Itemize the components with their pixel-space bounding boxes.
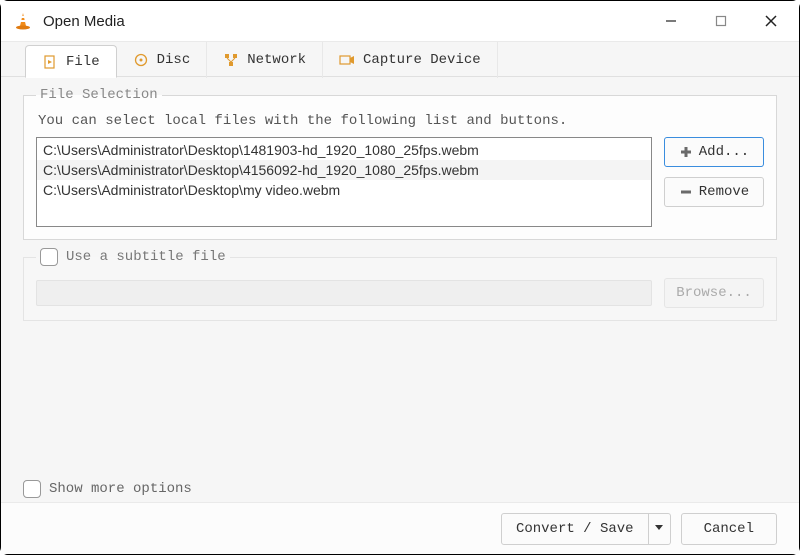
convert-save-button[interactable]: Convert / Save xyxy=(501,513,649,545)
tab-network-label: Network xyxy=(247,52,306,68)
titlebar: Open Media xyxy=(1,1,799,41)
subtitle-path-field xyxy=(36,280,652,306)
close-button[interactable] xyxy=(751,6,791,36)
minus-icon xyxy=(679,185,693,199)
tab-disc-label: Disc xyxy=(157,52,191,68)
show-more-label: Show more options xyxy=(49,481,192,497)
vlc-cone-icon xyxy=(13,11,33,31)
tab-capture-label: Capture Device xyxy=(363,52,481,68)
show-more-options[interactable]: Show more options xyxy=(23,480,192,498)
tab-bar: File Disc Network Capture Device xyxy=(1,41,799,77)
window-title: Open Media xyxy=(43,13,651,30)
subtitle-checkbox-label: Use a subtitle file xyxy=(66,249,226,265)
file-selection-legend: File Selection xyxy=(36,87,162,103)
bottom-bar: Convert / Save Cancel xyxy=(1,502,799,554)
tab-file-label: File xyxy=(66,54,100,70)
subtitle-legend: Use a subtitle file xyxy=(36,248,230,266)
add-button-label: Add... xyxy=(699,144,749,160)
remove-button-label: Remove xyxy=(699,184,749,200)
list-item[interactable]: C:\Users\Administrator\Desktop\4156092-h… xyxy=(37,160,651,180)
tab-capture[interactable]: Capture Device xyxy=(323,42,498,78)
file-list[interactable]: C:\Users\Administrator\Desktop\1481903-h… xyxy=(36,137,652,227)
cancel-button-label: Cancel xyxy=(704,521,754,537)
tab-network[interactable]: Network xyxy=(207,42,323,78)
capture-icon xyxy=(339,52,355,68)
file-icon xyxy=(42,54,58,70)
tab-file[interactable]: File xyxy=(25,45,117,78)
convert-save-dropdown[interactable] xyxy=(649,513,671,545)
plus-icon xyxy=(679,145,693,159)
convert-save-split: Convert / Save xyxy=(501,513,671,545)
list-item[interactable]: C:\Users\Administrator\Desktop\my video.… xyxy=(37,180,651,200)
show-more-checkbox[interactable] xyxy=(23,480,41,498)
file-selection-hint: You can select local files with the foll… xyxy=(38,113,764,129)
tab-disc[interactable]: Disc xyxy=(117,42,208,78)
browse-button: Browse... xyxy=(664,278,764,308)
list-item[interactable]: C:\Users\Administrator\Desktop\1481903-h… xyxy=(37,140,651,160)
browse-button-label: Browse... xyxy=(676,285,752,301)
chevron-down-icon xyxy=(654,521,664,537)
convert-save-label: Convert / Save xyxy=(516,521,634,537)
subtitle-checkbox[interactable] xyxy=(40,248,58,266)
add-button[interactable]: Add... xyxy=(664,137,764,167)
file-selection-group: File Selection You can select local file… xyxy=(23,87,777,240)
maximize-button[interactable] xyxy=(701,6,741,36)
network-icon xyxy=(223,52,239,68)
disc-icon xyxy=(133,52,149,68)
subtitle-group: Use a subtitle file Browse... xyxy=(23,248,777,321)
minimize-button[interactable] xyxy=(651,6,691,36)
cancel-button[interactable]: Cancel xyxy=(681,513,777,545)
content-area: File Selection You can select local file… xyxy=(1,77,799,502)
remove-button[interactable]: Remove xyxy=(664,177,764,207)
window-controls xyxy=(651,6,791,36)
